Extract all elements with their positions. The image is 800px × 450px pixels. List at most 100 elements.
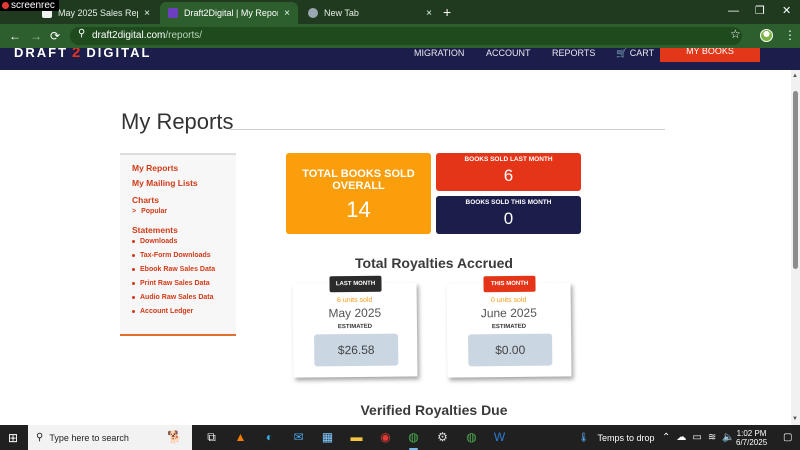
tab-close-icon[interactable]: × [144,8,150,19]
royalty-card-this-month: THIS MONTH 0 units sold June 2025 ESTIMA… [446,275,572,378]
royalty-card-last-month: LAST MONTH 6 units sold May 2025 ESTIMAT… [292,275,418,378]
this-month-label: BOOKS SOLD THIS MONTH [465,199,552,206]
minimize-icon[interactable]: — [728,2,739,20]
sidebar-item-tax-form-downloads[interactable]: Tax-Form Downloads [132,252,211,259]
scroll-up-icon[interactable]: ▲ [792,73,798,79]
reload-icon[interactable]: ⟳ [50,28,60,44]
bullet-icon [132,296,135,299]
battery-icon[interactable]: ▭ [692,432,701,443]
nav-cart[interactable]: 🛒 CART [616,48,654,58]
taskbar-search-box[interactable]: ⚲ Type here to search 🐕 [28,425,192,450]
site-header: DRAFT 2 DIGITAL MIGRATION ACCOUNT REPORT… [0,48,800,70]
url-host: draft2digital.com [92,30,166,41]
browser-tabstrip: May 2025 Sales Report for App × Draft2Di… [0,0,800,24]
menu-kebab-icon[interactable]: ⋮ [784,28,796,42]
task-view-icon[interactable]: ⧉ [204,430,219,445]
edge-icon[interactable]: ◐ [262,430,277,445]
sidebar-item-downloads[interactable]: Downloads [132,238,177,245]
url-input[interactable]: draft2digital.com/reports/ [70,27,742,45]
nav-reports[interactable]: REPORTS [552,48,595,58]
tray-chevron-icon[interactable]: ⌃ [662,432,670,443]
file-explorer-icon[interactable]: ▬ [349,430,364,445]
settings-gear-icon[interactable]: ⚙ [435,430,450,445]
sidebar-item-ebook-raw-sales[interactable]: Ebook Raw Sales Data [132,266,215,273]
search-placeholder: Type here to search [49,432,129,443]
sidebar-item-account-ledger[interactable]: Account Ledger [132,308,193,315]
wifi-icon[interactable]: ≋ [708,432,716,443]
tab-close-icon[interactable]: × [426,8,432,19]
page-title: My Reports [121,109,234,134]
royalty-amount-button[interactable]: $0.00 [468,333,553,367]
units-sold: 6 units sold [336,296,373,305]
tab-favicon-icon [308,8,318,18]
windows-taskbar: ⊞ ⚲ Type here to search 🐕 ⧉ ▲ ◐ ✉ ▦ ▬ ◉ … [0,425,800,450]
bullet-icon [132,240,135,243]
vlc-icon[interactable]: ▲ [233,430,248,445]
weather-widget[interactable]: 🌡 Temps to drop [578,432,654,443]
forward-arrow-icon[interactable]: → [30,28,42,44]
draft2digital-logo[interactable]: DRAFT 2 DIGITAL [14,48,151,61]
back-arrow-icon[interactable]: ← [9,28,21,44]
total-books-sold-value: 14 [346,197,371,222]
nav-account[interactable]: ACCOUNT [486,48,531,58]
sidebar-item-print-raw-sales[interactable]: Print Raw Sales Data [132,280,210,287]
period-label: June 2025 [480,305,537,321]
scroll-down-icon[interactable]: ▼ [792,416,798,422]
tab-new-tab[interactable]: New Tab × [300,2,440,24]
volume-icon[interactable]: 🔈 [722,432,734,443]
sidebar-item-audio-raw-sales[interactable]: Audio Raw Sales Data [132,294,214,301]
last-month-label: BOOKS SOLD LAST MONTH [464,156,553,163]
sidebar-item-label: Tax-Form Downloads [140,252,211,259]
units-sold: 0 units sold [490,296,527,305]
bookmark-star-icon[interactable]: ☆ [730,27,741,41]
sidebar-item-label: Popular [141,208,168,215]
windows-start-icon[interactable]: ⊞ [8,431,18,445]
total-books-sold-card: TOTAL BOOKS SOLD OVERALL 14 [286,153,431,234]
period-label: May 2025 [328,305,382,321]
chrome-icon[interactable]: ◍ [406,430,421,450]
nav-migration[interactable]: MIGRATION [414,48,464,58]
thermometer-icon: 🌡 [578,432,590,442]
logo-mark: 2 [72,48,83,61]
taskbar-clock[interactable]: 1:02 PM 6/7/2025 [736,429,767,447]
sidebar-item-charts[interactable]: Charts [132,195,159,205]
clock-time: 1:02 PM [736,429,767,438]
notification-icon[interactable]: ▢ [783,432,792,443]
search-highlight-icon: 🐕 [167,430,182,444]
sidebar-item-my-reports[interactable]: My Reports [132,163,178,173]
bullet-icon [132,268,135,271]
estimated-label: ESTIMATED [491,323,527,331]
cloud-icon[interactable]: ☁ [676,432,686,443]
clock-date: 6/7/2025 [736,438,768,447]
sidebar-item-mailing-lists[interactable]: My Mailing Lists [132,178,198,188]
royalty-amount-button[interactable]: $26.58 [314,333,399,367]
tab-favicon-icon [168,8,178,18]
reports-sidebar: My Reports My Mailing Lists Charts > Popu… [120,153,236,336]
tab-title: Draft2Digital | My Reports [184,8,279,18]
tab-close-icon[interactable]: × [284,8,290,19]
new-tab-button[interactable]: + [443,3,451,21]
tab-title: New Tab [324,8,359,18]
estimated-label: ESTIMATED [337,323,373,331]
my-books-button[interactable]: MY BOOKS [660,48,760,62]
weather-text: Temps to drop [597,432,655,443]
address-bar-row: ← → ⟳ draft2digital.com/reports/ ⚲ ☆ [0,24,800,48]
scrollbar-thumb[interactable] [793,91,798,269]
restore-icon[interactable]: ❐ [755,2,765,20]
record-app-icon[interactable]: ◉ [378,430,393,445]
tab-draft2digital[interactable]: Draft2Digital | My Reports × [160,2,298,24]
chrome-profile-icon[interactable]: ◍ [464,430,479,445]
sidebar-item-statements[interactable]: Statements [132,225,178,235]
chevron-right-icon: > [132,208,137,215]
site-info-icon[interactable]: ⚲ [78,28,85,39]
sidebar-item-popular[interactable]: > Popular [132,208,167,215]
cart-icon: 🛒 [616,48,628,58]
mail-icon[interactable]: ✉ [291,430,306,445]
word-icon[interactable]: W [492,430,507,445]
close-window-icon[interactable]: ✕ [782,2,791,20]
search-icon: ⚲ [36,432,44,443]
store-icon[interactable]: ▦ [320,430,335,445]
profile-avatar-icon[interactable] [760,29,773,42]
books-sold-last-month-card: BOOKS SOLD LAST MONTH 6 [436,153,581,191]
sidebar-item-label: Audio Raw Sales Data [140,294,214,301]
